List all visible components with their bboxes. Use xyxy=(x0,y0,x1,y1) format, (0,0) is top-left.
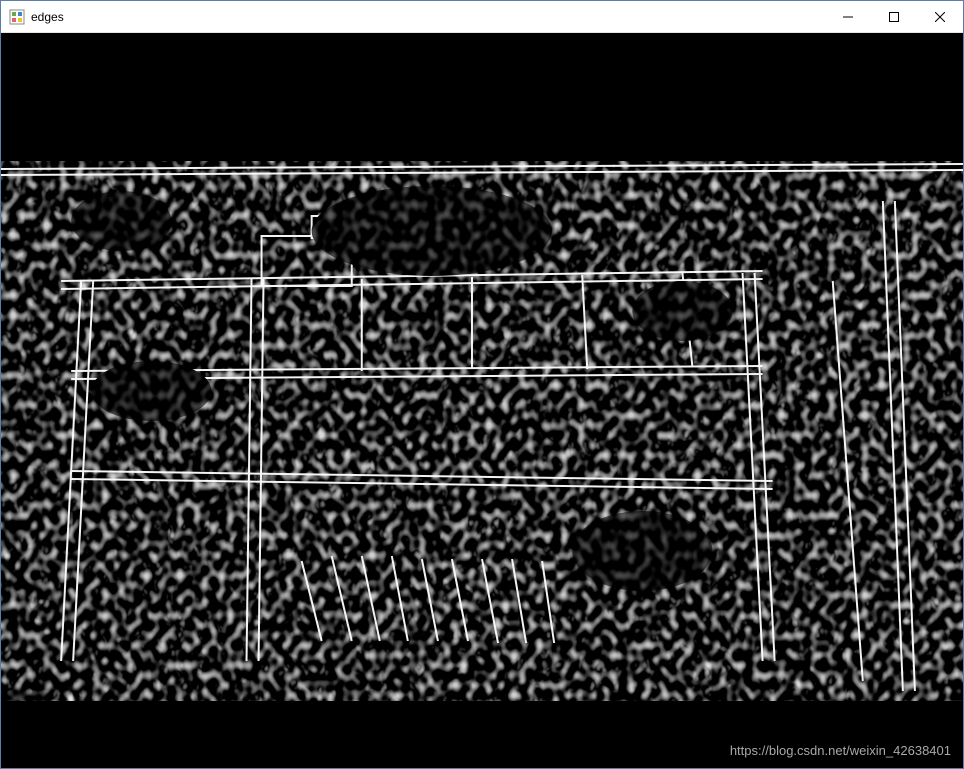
minimize-icon xyxy=(843,12,853,22)
close-button[interactable] xyxy=(917,1,963,32)
watermark-text: https://blog.csdn.net/weixin_42638401 xyxy=(730,743,951,758)
application-window: edges xyxy=(0,0,964,769)
image-viewport xyxy=(1,33,963,768)
client-area: https://blog.csdn.net/weixin_42638401 xyxy=(1,33,963,768)
minimize-button[interactable] xyxy=(825,1,871,32)
edge-detection-output xyxy=(1,161,963,701)
titlebar[interactable]: edges xyxy=(1,1,963,33)
app-icon xyxy=(9,9,25,25)
edge-map-svg xyxy=(1,161,963,701)
maximize-button[interactable] xyxy=(871,1,917,32)
window-title: edges xyxy=(31,10,64,24)
close-icon xyxy=(935,12,945,22)
maximize-icon xyxy=(889,12,899,22)
window-controls xyxy=(825,1,963,32)
